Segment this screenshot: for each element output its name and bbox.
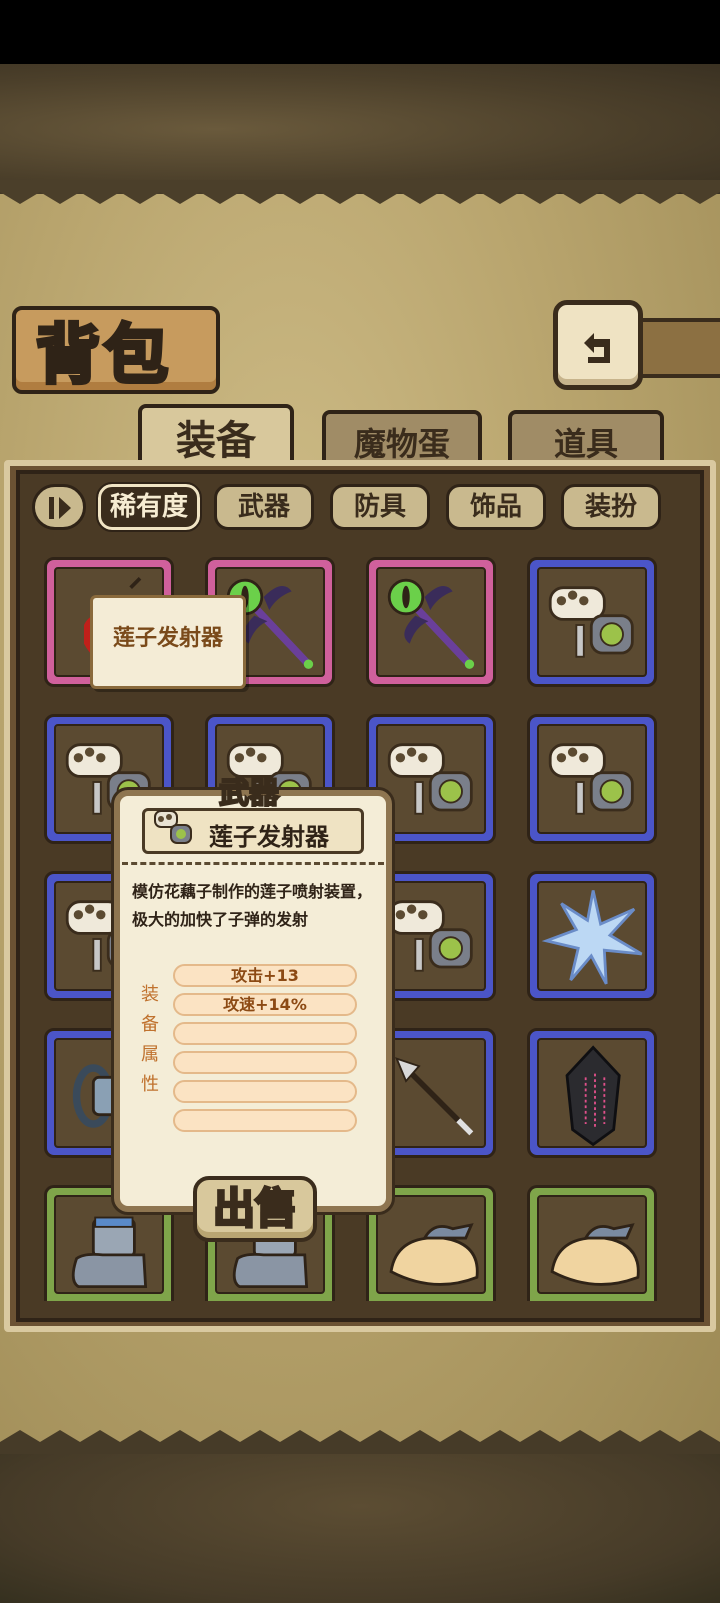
- attribute-row: 攻速+14%: [173, 993, 357, 1016]
- page-title: 背包: [34, 316, 172, 395]
- tab-items[interactable]: 道具: [508, 410, 664, 463]
- dark-crystal-icon: [565, 1045, 621, 1147]
- attr-label-char: 性: [141, 1074, 159, 1095]
- filter-outfit[interactable]: 装扮: [561, 484, 661, 530]
- item-category: 武器: [218, 775, 280, 812]
- tab-equipment[interactable]: 装备: [138, 404, 294, 464]
- sort-button[interactable]: [32, 484, 86, 530]
- lotus-launcher-icon: [548, 743, 634, 815]
- inventory-slot[interactable]: [527, 1028, 657, 1158]
- slot-background: [376, 567, 486, 677]
- attr-label-char: 装: [141, 984, 159, 1005]
- attr-label-char: 属: [141, 1044, 159, 1065]
- filter-armor[interactable]: 防具: [330, 484, 430, 530]
- fish-pie-icon: [550, 1223, 640, 1286]
- filter-accessory[interactable]: 饰品: [446, 484, 546, 530]
- filter-weapon[interactable]: 武器: [214, 484, 314, 530]
- slot-background: [537, 1195, 647, 1294]
- back-arrow-icon: [584, 333, 610, 363]
- slot-background: [376, 724, 486, 834]
- filter-rarity[interactable]: 稀有度: [96, 482, 202, 532]
- slot-background: [537, 724, 647, 834]
- sort-icon: [49, 497, 71, 519]
- item-name-tooltip: 莲子发射器: [90, 595, 246, 689]
- slot-background: [537, 881, 647, 991]
- fish-pie-icon: [389, 1223, 479, 1286]
- slot-background: [537, 1038, 647, 1148]
- inventory-slot[interactable]: [366, 557, 496, 687]
- tab-monster-eggs[interactable]: 魔物蛋: [322, 410, 482, 463]
- attribute-row: [173, 1109, 357, 1132]
- lotus-launcher-icon: [548, 586, 634, 658]
- lotus-launcher-icon: [154, 810, 192, 844]
- sell-button[interactable]: 出售: [193, 1176, 317, 1242]
- boots-icon: [71, 1216, 148, 1288]
- back-button[interactable]: [553, 300, 643, 390]
- eye-staff-icon: [387, 578, 475, 669]
- inventory-slot[interactable]: [527, 871, 657, 1001]
- attribute-row: [173, 1051, 357, 1074]
- attribute-row: 攻击+13: [173, 964, 357, 987]
- attribute-row: [173, 1080, 357, 1103]
- lotus-launcher-icon: [387, 900, 473, 972]
- lotus-launcher-icon: [387, 743, 473, 815]
- slot-background: [537, 567, 647, 677]
- attr-label-char: 备: [141, 1014, 159, 1035]
- map-background-top: [0, 64, 720, 194]
- item-description: 模仿花藕子制作的莲子喷射装置，极大的加快了子弹的发射: [132, 882, 373, 929]
- tooltip-label: 莲子发射器: [112, 626, 223, 651]
- zigzag-border-top: [0, 180, 720, 204]
- inventory-slot[interactable]: [527, 714, 657, 844]
- divider: [122, 862, 384, 865]
- slot-background: [376, 1195, 486, 1294]
- ice-crystal-icon: [541, 890, 643, 985]
- item-name-plate: 莲子发射器: [142, 808, 364, 854]
- zigzag-border-bottom: [0, 1430, 720, 1454]
- inventory-slot[interactable]: [527, 557, 657, 687]
- status-bar: [0, 0, 720, 64]
- slot-background: [376, 1038, 486, 1148]
- slot-background: [376, 881, 486, 991]
- spear-icon: [395, 1057, 474, 1136]
- item-name: 莲子发射器: [209, 823, 329, 851]
- attribute-row: [173, 1022, 357, 1045]
- back-strip: [630, 318, 720, 378]
- map-background-bottom: [0, 1442, 720, 1603]
- attributes-label: 装 备 属 性: [140, 980, 160, 1100]
- inventory-slot[interactable]: [527, 1185, 657, 1301]
